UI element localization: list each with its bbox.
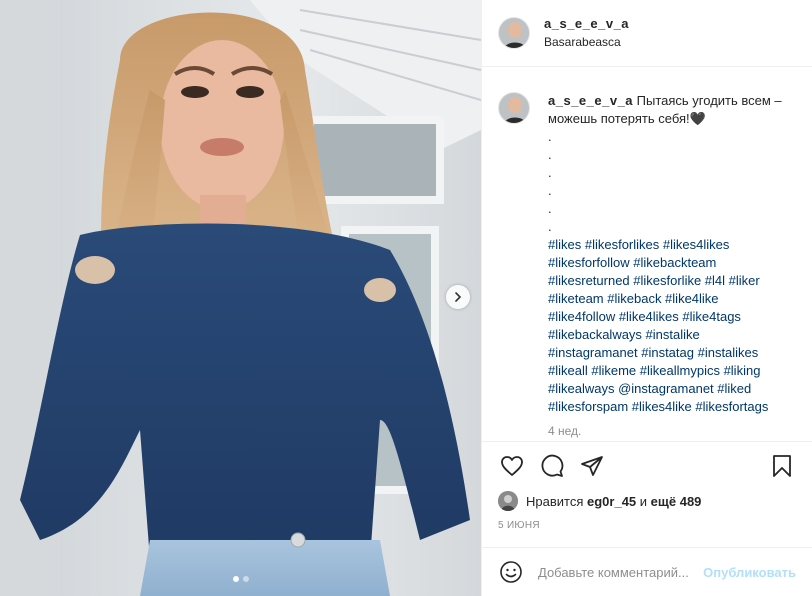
avatar-image: [498, 491, 518, 511]
next-slide-button[interactable]: [446, 285, 470, 309]
comment-input[interactable]: [538, 564, 703, 580]
comments-section[interactable]: a_s_e_e_v_a Пытаясь угодить всем – можеш…: [482, 68, 812, 440]
avatar-image: [499, 18, 529, 48]
likes-count[interactable]: ещё 489: [651, 494, 702, 509]
caption-dot-line: .: [548, 129, 552, 144]
hashtag-line[interactable]: #likebackalways #instalike: [548, 326, 796, 344]
hashtag-line[interactable]: #like4follow #like4likes #like4tags: [548, 308, 796, 326]
post-actions: Нравится eg0r_45 и ещё 489 5 ИЮНЯ: [482, 441, 812, 531]
hashtag-line[interactable]: #liketeam #likeback #like4like: [548, 290, 796, 308]
likes-conjunction: и: [639, 493, 648, 509]
chevron-right-icon: [455, 292, 462, 302]
post-photo[interactable]: [0, 0, 481, 596]
hashtag-line[interactable]: #likesforfollow #likebackteam: [548, 254, 796, 272]
post-caption: a_s_e_e_v_a Пытаясь угодить всем – можеш…: [548, 92, 796, 440]
caption-timestamp[interactable]: 4 нед.: [548, 422, 796, 440]
author-avatar[interactable]: [498, 17, 530, 49]
post-details-panel: a_s_e_e_v_a Basarabeasca a_s_e_e_v_a Пыт…: [481, 0, 812, 596]
hashtag-line[interactable]: #likeall #likeme #likeallmypics #liking: [548, 362, 796, 380]
caption-text-line: можешь потерять себя!🖤: [548, 111, 706, 126]
liker-avatar: [498, 491, 518, 511]
paper-plane-icon: [581, 456, 603, 476]
hashtag-line[interactable]: #likesforspam #likes4like #likesfortags: [548, 398, 796, 416]
liker-username[interactable]: eg0r_45: [587, 494, 636, 509]
hashtag-line[interactable]: #instagramanet #instatag #instalikes: [548, 344, 796, 362]
author-username[interactable]: a_s_e_e_v_a: [544, 15, 629, 33]
carousel-dot-1: [232, 576, 239, 582]
smiley-icon: [500, 561, 522, 583]
caption-username[interactable]: a_s_e_e_v_a: [548, 93, 633, 108]
like-button[interactable]: [498, 452, 526, 480]
emoji-button[interactable]: [498, 559, 524, 585]
action-icons-row: [482, 442, 812, 490]
comment-button[interactable]: [538, 452, 566, 480]
comment-form: Опубликовать: [482, 547, 812, 596]
photo-illustration: [0, 0, 481, 596]
publish-button[interactable]: Опубликовать: [703, 565, 796, 580]
caption-dot-line: .: [548, 201, 552, 216]
carousel-dot-2: [242, 576, 249, 582]
likes-summary[interactable]: Нравится eg0r_45 и ещё 489: [482, 490, 812, 512]
caption-dot-line: .: [548, 165, 552, 180]
save-button[interactable]: [768, 452, 796, 480]
comment-icon: [541, 454, 564, 477]
caption-dot-line: .: [548, 183, 552, 198]
likes-prefix: Нравится: [526, 493, 584, 509]
caption-dot-line: .: [548, 147, 552, 162]
post-header: a_s_e_e_v_a Basarabeasca: [482, 0, 812, 67]
hashtag-line[interactable]: #likesreturned #likesforlike #l4l #liker: [548, 272, 796, 290]
caption-row: a_s_e_e_v_a Пытаясь угодить всем – можеш…: [498, 92, 796, 440]
hashtag-line[interactable]: #likealways @instagramanet #liked: [548, 380, 796, 398]
post-location[interactable]: Basarabeasca: [544, 33, 629, 51]
share-button[interactable]: [578, 452, 606, 480]
caption-text-line: Пытаясь угодить всем –: [636, 93, 782, 108]
carousel-indicator: [0, 576, 481, 582]
post-date[interactable]: 5 ИЮНЯ: [482, 512, 812, 531]
bookmark-icon: [773, 455, 791, 477]
hashtag-line[interactable]: #likes #likesforlikes #likes4likes: [548, 236, 796, 254]
caption-dot-line: .: [548, 219, 552, 234]
caption-author-avatar[interactable]: [498, 92, 530, 124]
heart-icon: [501, 456, 523, 476]
avatar-image: [499, 93, 529, 123]
